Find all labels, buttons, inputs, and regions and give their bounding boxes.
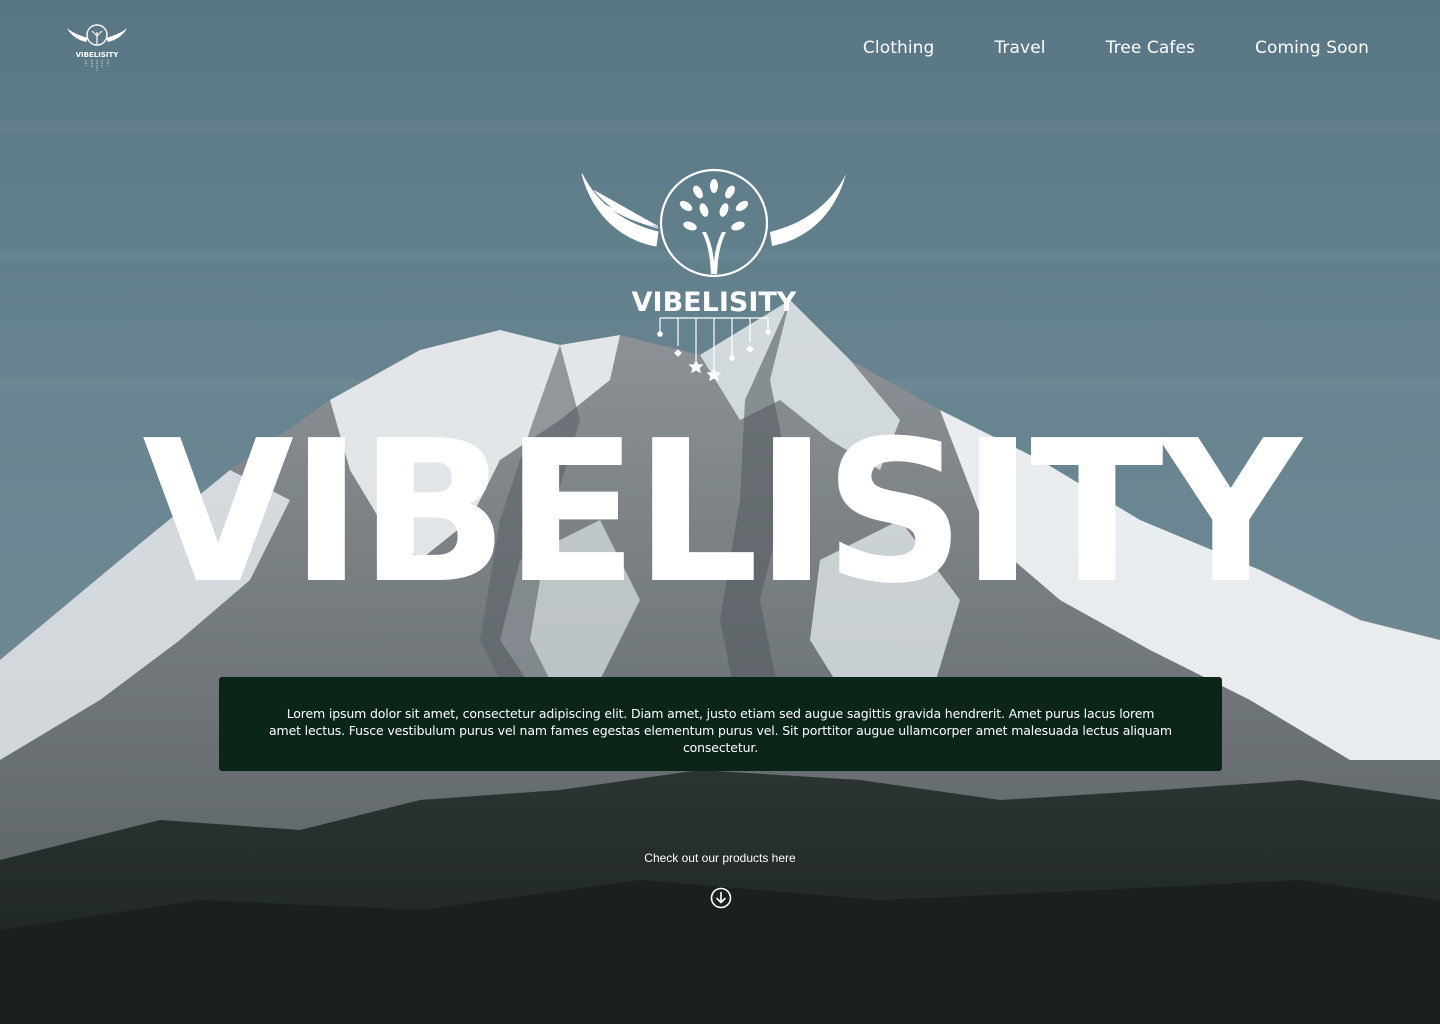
nav-link-coming-soon[interactable]: Coming Soon bbox=[1255, 36, 1369, 60]
nav-logo[interactable]: VIBELISITY bbox=[64, 22, 130, 74]
hero-description-line-1: Lorem ipsum dolor sit amet, consectetur … bbox=[286, 706, 1155, 721]
center-logo-text: VIBELISITY bbox=[632, 287, 797, 318]
hero-description-line-2: amet lectus. Fusce vestibulum purus vel … bbox=[269, 723, 1172, 755]
main-navigation: Clothing Travel Tree Cafes Coming Soon bbox=[863, 36, 1369, 60]
left-wing-icon bbox=[581, 173, 659, 247]
tree-icon bbox=[679, 179, 749, 274]
center-logo-emblem: VIBELISITY bbox=[581, 168, 846, 382]
products-cta-text[interactable]: Check out our products here bbox=[0, 850, 1440, 866]
hero-description-box: Lorem ipsum dolor sit amet, consectetur … bbox=[219, 677, 1222, 771]
arrow-down-circle-icon[interactable] bbox=[710, 887, 732, 909]
nav-link-travel[interactable]: Travel bbox=[994, 36, 1045, 60]
nav-link-tree-cafes[interactable]: Tree Cafes bbox=[1106, 36, 1195, 60]
nav-logo-text: VIBELISITY bbox=[76, 51, 120, 59]
nav-link-clothing[interactable]: Clothing bbox=[863, 36, 935, 60]
hero-wordmark: VIBELISITY bbox=[142, 399, 1301, 627]
right-wing-icon bbox=[770, 174, 846, 246]
